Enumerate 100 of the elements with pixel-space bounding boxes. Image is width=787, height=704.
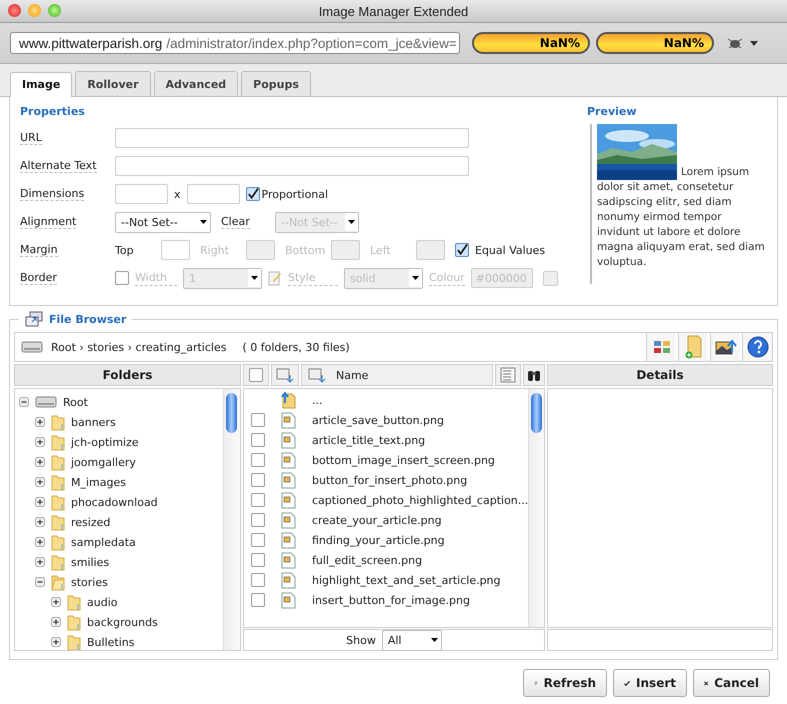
grid-icon xyxy=(652,339,670,355)
checkbox[interactable] xyxy=(455,243,469,257)
sort-icon[interactable] xyxy=(308,367,326,383)
checkbox[interactable] xyxy=(251,493,265,507)
tab[interactable]: Popups xyxy=(241,71,311,96)
file-name[interactable]: article_save_button.png xyxy=(312,414,444,426)
field-label: Border xyxy=(20,271,57,285)
file-name[interactable]: button_for_insert_photo.png xyxy=(312,474,468,486)
folder-name[interactable]: stories xyxy=(71,576,108,588)
field-label: Left xyxy=(370,244,392,256)
search-icon[interactable] xyxy=(523,364,545,386)
file-name[interactable]: full_edit_screen.png xyxy=(312,554,422,566)
expand-icon[interactable] xyxy=(51,617,61,627)
expand-icon[interactable] xyxy=(35,517,45,527)
expand-icon[interactable] xyxy=(35,497,45,507)
collapse-icon[interactable] xyxy=(19,397,29,407)
field-label: Width xyxy=(135,270,177,286)
checkbox[interactable] xyxy=(251,573,265,587)
expand-icon[interactable] xyxy=(51,597,61,607)
margin-field[interactable] xyxy=(331,240,360,260)
pencil-icon xyxy=(268,270,282,286)
scrollbar[interactable] xyxy=(528,389,544,627)
file-name[interactable]: captioned_photo_highlighted_caption... xyxy=(312,494,528,506)
window-title: Image Manager Extended xyxy=(318,4,468,18)
expand-icon[interactable] xyxy=(35,437,45,447)
expand-icon[interactable] xyxy=(51,637,61,647)
folder-name[interactable]: M_images xyxy=(71,476,126,488)
close-window-button[interactable] xyxy=(8,4,21,17)
checkbox[interactable] xyxy=(249,368,263,382)
gauge: NaN% xyxy=(472,32,590,54)
bug-icon[interactable] xyxy=(726,36,744,50)
folder-icon xyxy=(51,434,65,450)
margin-field[interactable] xyxy=(246,240,275,260)
folder-icon xyxy=(67,634,81,650)
checkbox[interactable] xyxy=(246,187,260,201)
preview-text: dolor sit amet, consetetur sadipscing elitr, sed diam nonumy eirmod tempor invidunt ut labore et dolore magna aliquyam erat, sed diam voluptua. xyxy=(597,180,766,270)
scrollbar[interactable] xyxy=(223,389,240,650)
width-field[interactable] xyxy=(115,184,168,204)
image-file-icon xyxy=(280,452,296,468)
file-name[interactable]: article_title_text.png xyxy=(312,434,426,446)
address-field[interactable]: www.pittwaterparish.org /administrator/index.php?option=com_jce&view= xyxy=(10,32,460,54)
file-name[interactable]: create_your_article.png xyxy=(312,514,442,526)
show-select[interactable]: All xyxy=(382,630,442,650)
file-name[interactable]: finding_your_article.png xyxy=(312,534,445,546)
checkbox[interactable] xyxy=(251,593,265,607)
checkbox[interactable] xyxy=(251,513,265,527)
checkbox[interactable] xyxy=(251,433,265,447)
sort-icon[interactable] xyxy=(271,364,299,386)
field-label: Bottom xyxy=(285,244,325,256)
file-name[interactable]: highlight_text_and_set_article.png xyxy=(312,574,501,586)
folder-name[interactable]: jch-optimize xyxy=(71,436,139,448)
folder-name[interactable]: backgrounds xyxy=(87,616,158,628)
expand-icon[interactable] xyxy=(35,537,45,547)
checkbox[interactable] xyxy=(251,453,265,467)
margin-field[interactable] xyxy=(161,240,190,260)
tab[interactable]: Image xyxy=(10,72,72,97)
height-field[interactable] xyxy=(186,184,240,204)
folder-name[interactable]: phocadownload xyxy=(71,496,158,508)
checkbox[interactable] xyxy=(251,533,265,547)
folder-icon xyxy=(51,554,65,570)
folder-name[interactable]: Bulletins xyxy=(87,636,134,648)
folder-name[interactable]: audio xyxy=(87,596,118,608)
help-button[interactable] xyxy=(742,333,772,361)
section-heading: File Browser xyxy=(49,312,126,326)
folder-name[interactable]: joomgallery xyxy=(71,456,136,468)
alignment-select[interactable]: --Not Set-- xyxy=(115,212,211,232)
tab[interactable]: Advanced xyxy=(154,71,238,96)
image-file-icon xyxy=(280,512,296,528)
checkbox[interactable] xyxy=(251,473,265,487)
folder-icon xyxy=(67,614,81,630)
collapse-icon[interactable] xyxy=(35,577,45,587)
checkbox[interactable] xyxy=(115,271,129,285)
expand-icon[interactable] xyxy=(35,457,45,467)
folder-name[interactable]: banners xyxy=(71,416,116,428)
folder-name[interactable]: smilies xyxy=(71,556,110,568)
image-file-icon xyxy=(280,472,296,488)
file-name[interactable]: insert_button_for_image.png xyxy=(312,594,470,606)
alternate-text-field[interactable] xyxy=(115,156,469,176)
folder-name[interactable]: sampledata xyxy=(71,536,136,548)
expand-icon[interactable] xyxy=(35,417,45,427)
checkbox[interactable] xyxy=(251,413,265,427)
file-name[interactable]: bottom_image_insert_screen.png xyxy=(312,454,495,466)
view-button[interactable] xyxy=(646,333,676,361)
field-label: Style xyxy=(288,270,338,286)
expand-icon[interactable] xyxy=(35,557,45,567)
file-name[interactable]: ... xyxy=(312,394,322,406)
dropdown-icon[interactable] xyxy=(750,40,758,46)
folder-name[interactable]: resized xyxy=(71,516,110,528)
folder-name[interactable]: Root xyxy=(63,396,88,408)
checkbox[interactable] xyxy=(251,553,265,567)
margin-field[interactable] xyxy=(416,240,445,260)
insert-button[interactable]: Insert xyxy=(613,669,687,697)
cancel-button[interactable]: Cancel xyxy=(693,669,770,697)
refresh-button[interactable]: Refresh xyxy=(523,669,607,697)
upload-button[interactable] xyxy=(710,333,740,361)
name-column-header[interactable]: Name xyxy=(301,364,493,386)
tab[interactable]: Rollover xyxy=(75,71,150,96)
expand-icon[interactable] xyxy=(35,477,45,487)
url-field[interactable] xyxy=(115,128,469,148)
preview-text: Lorem ipsum xyxy=(681,165,750,180)
